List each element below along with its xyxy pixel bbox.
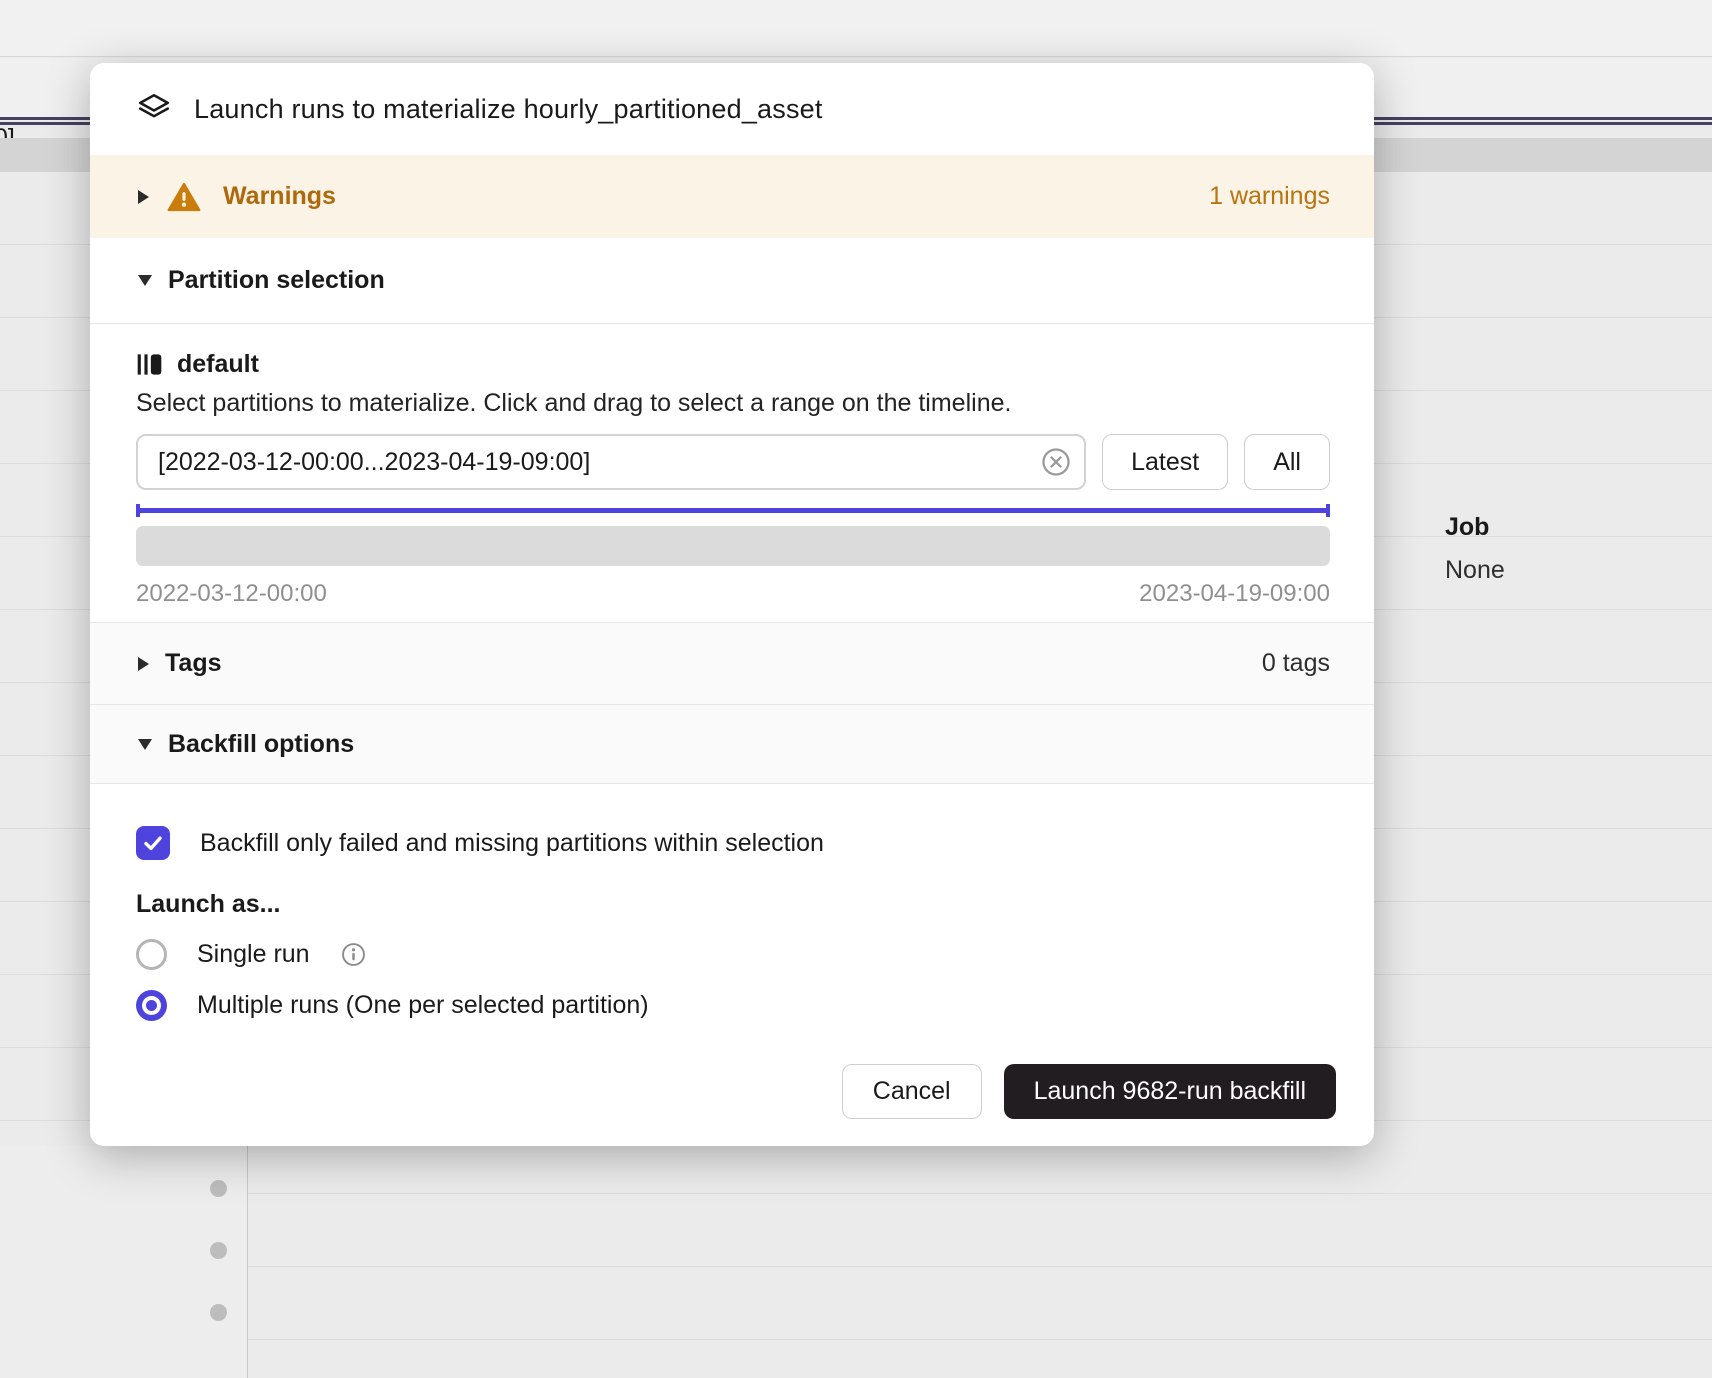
multiple-runs-label: Multiple runs (One per selected partitio… [197, 991, 649, 1020]
background-left-panel [0, 1146, 248, 1378]
status-dot [210, 1242, 227, 1259]
tags-count: 0 tags [1262, 649, 1330, 678]
chevron-right-icon [138, 190, 149, 204]
timeline-start-label: 2022-03-12-00:00 [136, 580, 327, 608]
single-run-radio-row[interactable]: Single run [136, 939, 1330, 970]
partition-timeline[interactable]: 2022-03-12-00:00 2023-04-19-09:00 [136, 504, 1330, 608]
chevron-down-icon [138, 275, 152, 286]
dimension-row: default [136, 350, 1330, 379]
radio-selected-icon[interactable] [136, 990, 167, 1021]
cancel-button[interactable]: Cancel [842, 1064, 982, 1119]
backfill-options-toggle[interactable]: Backfill options [90, 705, 1374, 784]
info-icon[interactable] [340, 941, 367, 968]
latest-button[interactable]: Latest [1102, 434, 1228, 490]
multiple-runs-radio-row[interactable]: Multiple runs (One per selected partitio… [136, 990, 1330, 1021]
timeline-end-label: 2023-04-19-09:00 [1139, 580, 1330, 608]
chevron-right-icon [138, 657, 149, 671]
single-run-label: Single run [197, 940, 310, 969]
partition-dimension-icon [136, 351, 163, 378]
materialize-icon [136, 91, 172, 127]
chevron-down-icon [138, 739, 152, 750]
timeline-track[interactable] [136, 526, 1330, 566]
warnings-label: Warnings [223, 182, 336, 211]
status-dot [210, 1180, 227, 1197]
warnings-section-toggle[interactable]: Warnings 1 warnings [90, 155, 1374, 238]
launch-backfill-button[interactable]: Launch 9682-run backfill [1004, 1064, 1336, 1119]
backfill-checkbox-label: Backfill only failed and missing partiti… [200, 829, 824, 858]
all-button[interactable]: All [1244, 434, 1330, 490]
job-column-header: Job [1445, 513, 1505, 542]
backfill-only-failed-checkbox-row[interactable]: Backfill only failed and missing partiti… [136, 826, 1330, 860]
warnings-count: 1 warnings [1209, 182, 1330, 211]
dimension-name: default [177, 350, 259, 379]
partition-range-input[interactable] [136, 434, 1086, 490]
range-input-wrap [136, 434, 1086, 490]
dialog-footer: Cancel Launch 9682-run backfill [90, 1032, 1374, 1146]
partition-selection-body: default Select partitions to materialize… [90, 324, 1374, 622]
job-column-value: None [1445, 556, 1505, 585]
clear-selection-button[interactable] [1040, 446, 1072, 478]
backfill-options-header: Backfill options [168, 730, 354, 759]
background-job-column: Job None [1445, 513, 1505, 585]
timeline-labels: 2022-03-12-00:00 2023-04-19-09:00 [136, 580, 1330, 608]
partition-selection-header: Partition selection [168, 266, 385, 295]
dialog-header: Launch runs to materialize hourly_partit… [90, 63, 1374, 155]
backfill-options-body: Backfill only failed and missing partiti… [90, 784, 1374, 1032]
launch-backfill-dialog: Launch runs to materialize hourly_partit… [90, 63, 1374, 1146]
partition-input-row: Latest All [136, 434, 1330, 490]
background-top-band [0, 0, 1712, 57]
partition-help-text: Select partitions to materialize. Click … [136, 389, 1330, 418]
status-dot [210, 1304, 227, 1321]
radio-unselected-icon[interactable] [136, 939, 167, 970]
tags-header: Tags [165, 649, 222, 678]
warning-triangle-icon [167, 180, 201, 214]
partition-selection-toggle[interactable]: Partition selection [90, 238, 1374, 324]
launch-as-label: Launch as... [136, 890, 1330, 919]
checkbox-checked-icon[interactable] [136, 826, 170, 860]
tags-section-toggle[interactable]: Tags 0 tags [90, 622, 1374, 705]
timeline-selection-bar [136, 504, 1330, 518]
dialog-title: Launch runs to materialize hourly_partit… [194, 94, 823, 125]
